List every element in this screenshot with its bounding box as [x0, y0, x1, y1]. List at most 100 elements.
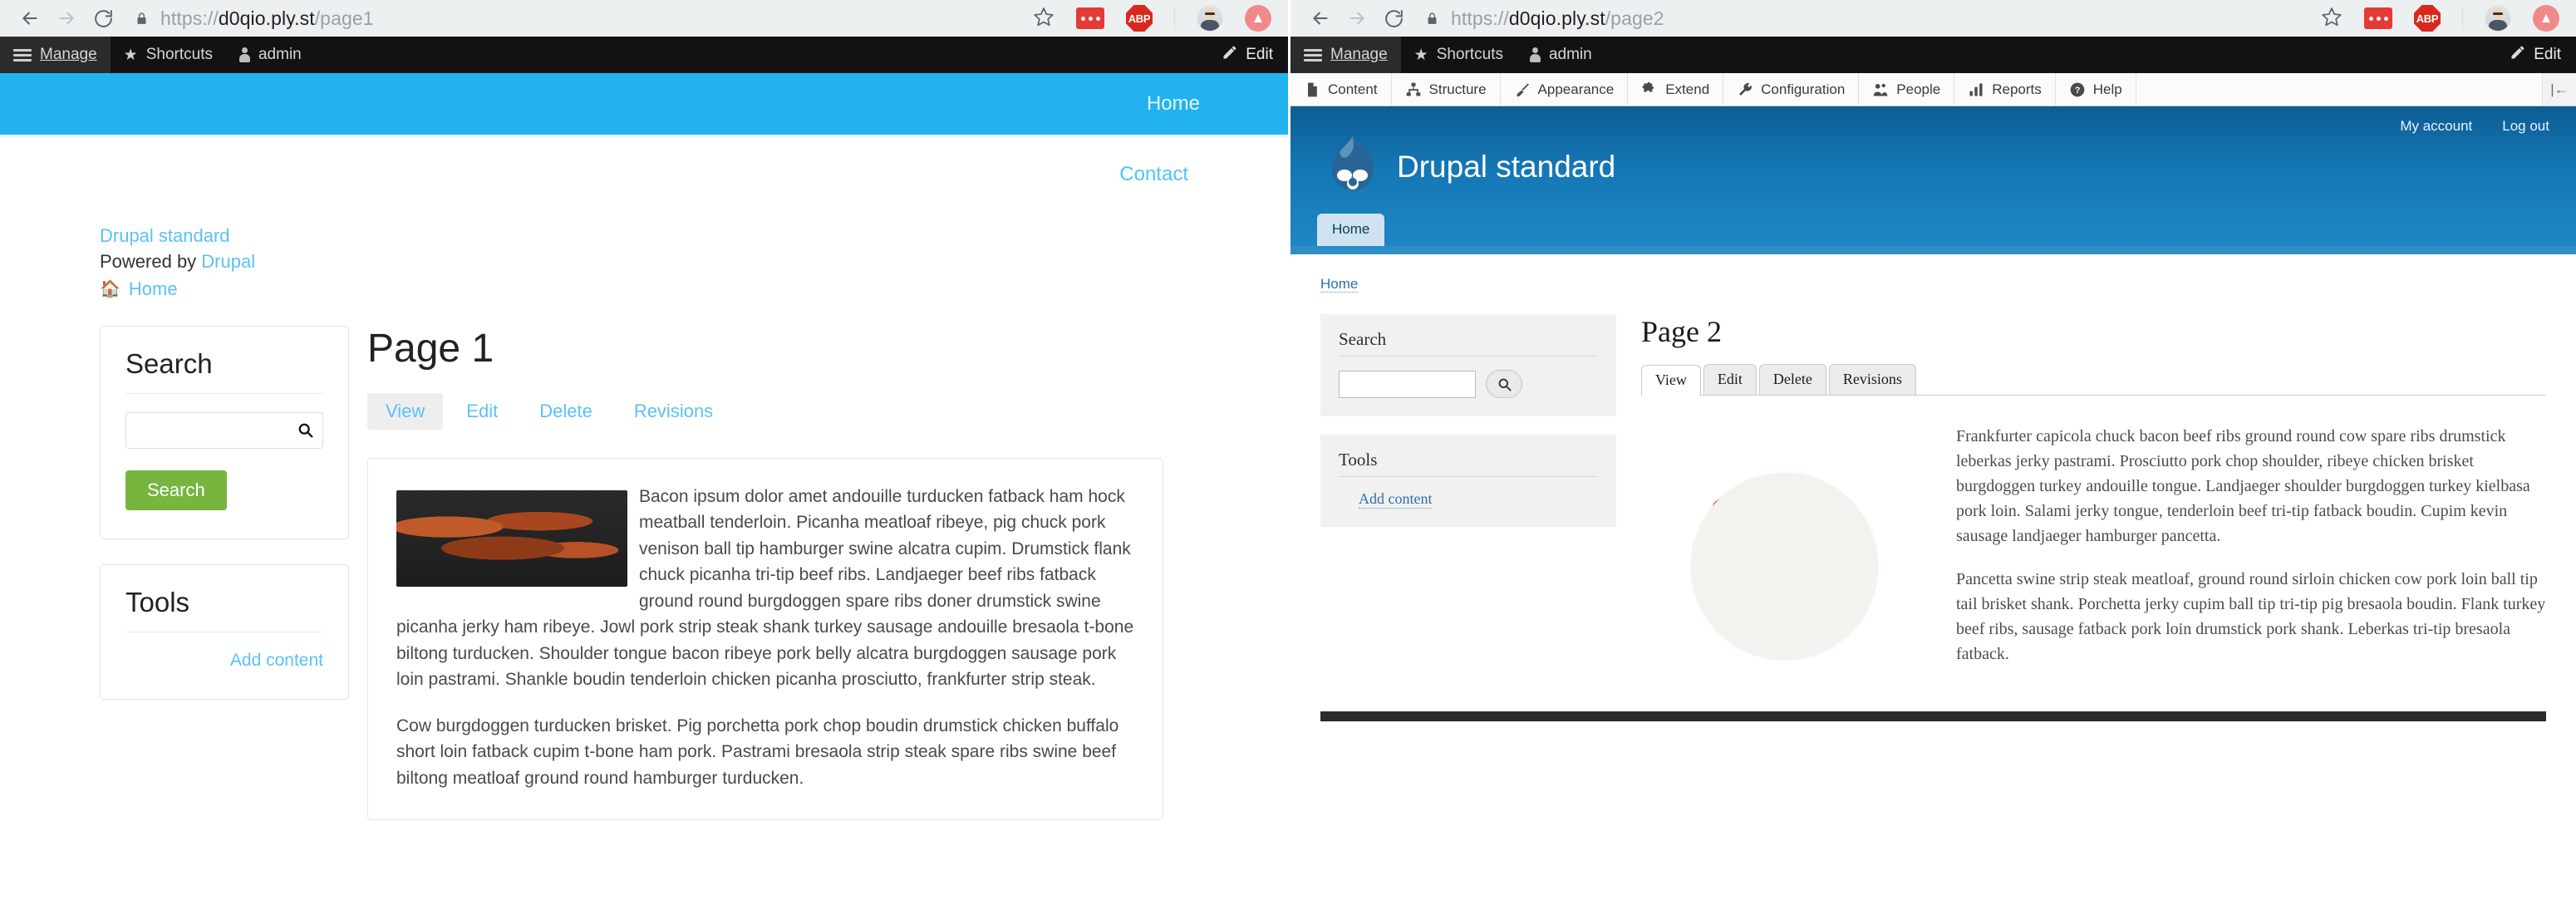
tab-view[interactable]: View	[367, 392, 444, 430]
site-name: Drupal standard	[1397, 150, 1616, 184]
admin-menu-spacer	[2136, 73, 2543, 106]
profile-avatar-icon[interactable]	[2485, 5, 2511, 32]
reload-icon[interactable]	[85, 2, 121, 35]
admin-menu-label: Reports	[1992, 81, 2042, 97]
star-icon: ★	[1413, 46, 1428, 64]
toolbar-manage-tab[interactable]: Manage	[1290, 37, 1401, 73]
adblock-plus-icon[interactable]: ABP	[1126, 5, 1153, 32]
bar-chart-icon	[1968, 81, 1984, 98]
divider	[1339, 356, 1598, 357]
admin-menu-reports[interactable]: Reports	[1954, 73, 2056, 106]
admin-menu-label: Extend	[1665, 81, 1710, 97]
search-input[interactable]	[1339, 370, 1476, 398]
back-arrow-icon[interactable]	[1302, 2, 1339, 35]
admin-menu-label: Structure	[1428, 81, 1487, 97]
extension-red-icon[interactable]	[2364, 7, 2392, 29]
breadcrumb: Home	[1320, 276, 2546, 293]
upload-circle-icon[interactable]: ▲	[1245, 5, 1271, 32]
star-icon: ★	[123, 46, 138, 64]
tab-revisions[interactable]: Revisions	[616, 393, 731, 430]
breadcrumb-home-link[interactable]: Home	[129, 276, 178, 302]
drupal-link[interactable]: Drupal	[201, 251, 255, 272]
node-tabs: View Edit Delete Revisions	[367, 392, 1163, 430]
admin-menu-structure[interactable]: Structure	[1392, 73, 1501, 106]
tab-delete[interactable]: Delete	[1758, 364, 1826, 395]
toolbar-manage-tab[interactable]: Manage	[0, 37, 111, 73]
lock-icon	[135, 11, 149, 27]
my-account-link[interactable]: My account	[2400, 118, 2472, 135]
article-paragraph: Pancetta swine strip steak meatloaf, gro…	[1956, 570, 2546, 663]
forward-arrow-icon[interactable]	[48, 2, 85, 35]
address-bar-left[interactable]: https://d0qio.ply.st/page1	[135, 2, 1026, 34]
admin-menu-help[interactable]: ? Help	[2056, 73, 2136, 106]
tools-block: Tools Add content	[100, 563, 349, 700]
nav-home-tab[interactable]: Home	[1317, 214, 1385, 246]
bookmark-star-icon[interactable]	[1033, 6, 1054, 32]
reload-icon[interactable]	[1375, 2, 1412, 35]
tab-edit[interactable]: Edit	[1703, 364, 1757, 395]
search-icon[interactable]	[1486, 370, 1522, 398]
extension-red-icon[interactable]	[1076, 7, 1104, 29]
bacon-strips-on-slate-image	[396, 489, 627, 587]
hero-home-link[interactable]: Home	[1147, 92, 1200, 116]
toolbar-divider	[2462, 7, 2463, 30]
toolbar-shortcuts-tab[interactable]: ★ Shortcuts	[1401, 37, 1517, 73]
admin-menu-label: Content	[1328, 81, 1378, 97]
contact-link[interactable]: Contact	[1119, 163, 1188, 186]
admin-menu-appearance[interactable]: Appearance	[1501, 73, 1629, 106]
admin-menu-label: Help	[2092, 81, 2122, 97]
profile-avatar-icon[interactable]	[1197, 5, 1223, 32]
paintbrush-icon	[1514, 81, 1531, 98]
browser-actions-right: ABP ▲	[2321, 5, 2564, 32]
search-field-wrapper	[125, 411, 323, 449]
adblock-plus-icon[interactable]: ABP	[2414, 5, 2441, 32]
toolbar-manage-label: Manage	[40, 46, 97, 63]
toolbar-account-tab[interactable]: admin	[226, 37, 315, 73]
sidebar-right: Search Tools Add content	[1320, 314, 1616, 698]
search-input[interactable]	[125, 411, 323, 449]
log-out-link[interactable]: Log out	[2502, 118, 2549, 135]
bookmark-star-icon[interactable]	[2321, 6, 2342, 32]
lock-icon	[1425, 11, 1439, 27]
breadcrumb-home-link[interactable]: Home	[1320, 276, 1359, 293]
tab-revisions[interactable]: Revisions	[1828, 364, 1916, 395]
tab-delete[interactable]: Delete	[521, 393, 611, 430]
article-paragraph: Cow burgdoggen turducken brisket. Pig po…	[396, 716, 1119, 788]
admin-menu-label: Appearance	[1537, 81, 1615, 97]
admin-menu-configuration[interactable]: Configuration	[1723, 73, 1860, 106]
admin-menu-people[interactable]: People	[1859, 73, 1955, 106]
sidebar-left: Search Search Tools Add content	[0, 325, 349, 821]
collapse-toolbar-icon[interactable]: |←	[2543, 73, 2576, 106]
forward-arrow-icon[interactable]	[1339, 2, 1375, 35]
add-content-link[interactable]: Add content	[1359, 490, 1433, 509]
article-paragraph: Frankfurter capicola chuck bacon beef ri…	[1956, 427, 2530, 545]
toolbar-shortcuts-tab[interactable]: ★ Shortcuts	[111, 37, 226, 73]
primary-nav: Home	[1317, 214, 1385, 246]
admin-menu-content[interactable]: Content	[1290, 73, 1392, 106]
search-field-wrapper	[1339, 370, 1598, 398]
toolbar-edit-label: Edit	[2534, 46, 2561, 63]
admin-menu-extend[interactable]: Extend	[1628, 73, 1724, 106]
back-arrow-icon[interactable]	[12, 2, 48, 35]
address-bar-right[interactable]: https://d0qio.ply.st/page2	[1425, 2, 2314, 34]
tab-view[interactable]: View	[1641, 365, 1701, 396]
toolbar-shortcuts-label: Shortcuts	[145, 46, 213, 63]
divider	[1339, 476, 1598, 477]
tab-edit[interactable]: Edit	[448, 393, 516, 430]
toolbar-account-label: admin	[1548, 46, 1592, 63]
home-icon: 🏠	[100, 279, 120, 298]
svg-text:?: ?	[2074, 86, 2080, 96]
toolbar-account-tab[interactable]: admin	[1517, 37, 1605, 73]
toolbar-edit-button[interactable]: Edit	[1207, 37, 1288, 73]
page-title: Page 1	[367, 326, 494, 371]
site-name-link[interactable]: Drupal standard	[100, 225, 230, 246]
site-branding[interactable]: Drupal standard	[1327, 135, 2576, 199]
wrench-icon	[1737, 81, 1753, 98]
upload-circle-icon[interactable]: ▲	[2533, 5, 2559, 32]
search-icon[interactable]	[297, 421, 314, 443]
page-body-left: Search Search Tools Add content Page 1 V…	[0, 303, 1288, 821]
toolbar-edit-button[interactable]: Edit	[2495, 37, 2576, 73]
add-content-link[interactable]: Add content	[125, 651, 323, 671]
document-icon	[1304, 81, 1320, 98]
search-button[interactable]: Search	[125, 470, 227, 510]
